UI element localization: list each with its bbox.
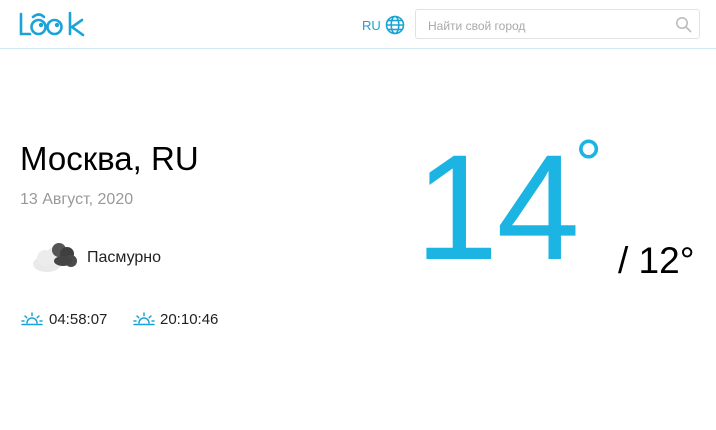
search-input[interactable] [426, 16, 670, 36]
condition-text: Пасмурно [87, 249, 162, 266]
current-temperature: 14 [415, 123, 580, 291]
header: RU [0, 0, 716, 49]
min-temperature: / 12° [618, 240, 695, 281]
condition-icon-wrapper [29, 240, 79, 281]
language-label[interactable]: RU [362, 18, 381, 33]
language-switcher[interactable]: RU [362, 15, 405, 35]
current-temperature-degree: ° [575, 126, 603, 202]
globe-icon[interactable] [385, 15, 405, 35]
sunset-icon [133, 312, 155, 326]
search-box[interactable] [415, 9, 700, 39]
city-name: Москва, RU [20, 140, 199, 177]
overcast-cloud-icon [33, 243, 77, 272]
logo[interactable] [19, 8, 87, 43]
search-icon[interactable] [675, 16, 692, 33]
sunset-time: 20:10:46 [160, 311, 219, 328]
sunrise-icon [21, 312, 43, 326]
date-label: 13 Август, 2020 [20, 191, 134, 208]
logo-graphic [19, 11, 85, 37]
sunrise-time: 04:58:07 [49, 311, 108, 328]
